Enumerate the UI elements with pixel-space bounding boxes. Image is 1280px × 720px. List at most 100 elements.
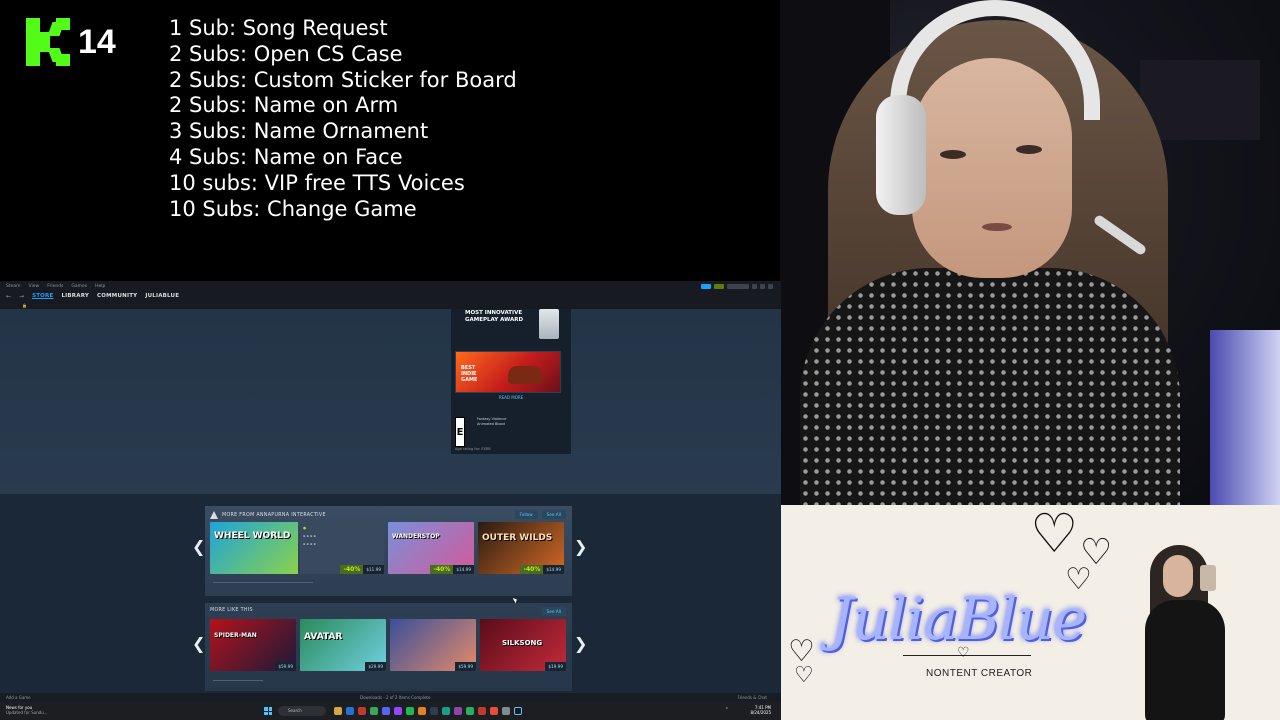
window-light bbox=[1210, 330, 1280, 505]
sub-goal: 10 subs: VIP free TTS Voices bbox=[169, 170, 465, 195]
award-image[interactable]: BEST INDIE GAME bbox=[455, 351, 561, 393]
discord-icon[interactable] bbox=[382, 707, 390, 715]
menu-friends[interactable]: Friends bbox=[47, 284, 63, 289]
discount-badge: -40% bbox=[520, 565, 544, 574]
carousel-prev-icon[interactable]: ❮ bbox=[192, 634, 205, 653]
news-widget[interactable]: News for you Updated for Sundu... bbox=[6, 705, 48, 715]
menu-games[interactable]: Games bbox=[71, 284, 87, 289]
obs-icon[interactable] bbox=[430, 707, 438, 715]
downloads-status[interactable]: Downloads - 2 of 2 Items Complete bbox=[360, 695, 430, 700]
game-title: WANDERSTOP bbox=[392, 533, 440, 540]
kick-count: 14 bbox=[78, 22, 116, 61]
game-capsule[interactable]: OUTER WILDS -40% $14.99 bbox=[478, 522, 564, 574]
webcam-feed bbox=[780, 0, 1280, 505]
phone-icon bbox=[1200, 565, 1216, 591]
spotify-icon[interactable] bbox=[406, 707, 414, 715]
url-bar[interactable]: 🔒 bbox=[0, 301, 781, 309]
menu-help[interactable]: Help bbox=[95, 284, 105, 289]
game-capsule[interactable]: SPIDER-MAN $59.99 bbox=[210, 619, 296, 671]
xbox-icon[interactable] bbox=[466, 707, 474, 715]
game-capsule[interactable]: ● ▪ ▪ ▪ ▪ ▪ ▪ ▪ ▪ WHEEL WORLD -40% $11.9… bbox=[210, 522, 384, 574]
friends-chat-button[interactable]: Friends & Chat bbox=[738, 695, 767, 700]
sub-goals-list: 1 Sub: Song Request 2 Subs: Open CS Case… bbox=[169, 16, 517, 222]
rating-descriptors: Fantasy Violence Animated Blood bbox=[477, 417, 507, 426]
app-icon[interactable] bbox=[394, 707, 402, 715]
read-more-link[interactable]: READ MORE bbox=[451, 395, 571, 400]
price-label: $11.99 bbox=[363, 565, 384, 574]
app-icon[interactable] bbox=[478, 707, 486, 715]
see-all-button[interactable]: See All bbox=[541, 510, 566, 519]
back-arrow-icon[interactable]: ← bbox=[6, 293, 11, 300]
file-explorer-icon[interactable] bbox=[334, 707, 342, 715]
carousel-prev-icon[interactable]: ❮ bbox=[192, 537, 205, 556]
chrome-icon[interactable] bbox=[370, 707, 378, 715]
kick-sub-counter: 14 bbox=[26, 18, 116, 66]
app-icon[interactable] bbox=[346, 707, 354, 715]
sub-goal: 10 Subs: Change Game bbox=[169, 196, 417, 221]
carousel-next-icon[interactable]: ❯ bbox=[574, 537, 587, 556]
app-icon[interactable] bbox=[454, 707, 462, 715]
more-from-publisher: MORE FROM ANNAPURNA INTERACTIVE Follow S… bbox=[205, 506, 572, 596]
discount-badge: -40% bbox=[340, 565, 364, 574]
app-icon[interactable] bbox=[358, 707, 366, 715]
steam-nav: ← → STORE LIBRARY COMMUNITY JULIABLUE bbox=[0, 291, 781, 301]
forward-arrow-icon[interactable]: → bbox=[19, 293, 24, 300]
section-header: MORE FROM ANNAPURNA INTERACTIVE bbox=[210, 511, 326, 519]
windows-taskbar: News for you Updated for Sundu... Search… bbox=[0, 702, 781, 720]
menu-view[interactable]: View bbox=[29, 284, 40, 289]
sub-goal: 3 Subs: Name Ornament bbox=[169, 119, 429, 144]
nav-library[interactable]: LIBRARY bbox=[61, 293, 89, 299]
more-like-this: MORE LIKE THIS See All SPIDER-MAN $59.99… bbox=[205, 603, 572, 691]
headphone-cup bbox=[876, 95, 926, 215]
game-title: AVATAR bbox=[304, 632, 343, 642]
game-capsule[interactable]: SILKSONG $19.99 bbox=[480, 619, 566, 671]
app-icon[interactable] bbox=[502, 707, 510, 715]
wallet-icon[interactable] bbox=[714, 283, 724, 289]
system-clock[interactable]: 7:41 PM 8/24/2025 bbox=[750, 705, 771, 715]
steam-titlebar: Steam View Friends Games Help bbox=[0, 281, 781, 291]
game-capsule[interactable]: $59.99 bbox=[390, 619, 476, 671]
brand-name: JuliaBlue bbox=[830, 585, 1087, 653]
sub-goal: 2 Subs: Open CS Case bbox=[169, 41, 403, 66]
price-label: $29.99 bbox=[365, 662, 386, 671]
store-page: MOST INNOVATIVE GAMEPLAY AWARD BEST INDI… bbox=[0, 309, 781, 715]
game-title: WHEEL WORLD bbox=[214, 531, 291, 541]
game-title: SILKSONG bbox=[502, 639, 543, 647]
app-icon[interactable] bbox=[490, 707, 498, 715]
app-icon[interactable] bbox=[442, 707, 450, 715]
maximize-icon[interactable] bbox=[760, 283, 765, 289]
lock-icon: 🔒 bbox=[22, 302, 27, 308]
price-label: $14.99 bbox=[453, 565, 474, 574]
nav-store[interactable]: STORE bbox=[32, 293, 53, 299]
nav-user[interactable]: JULIABLUE bbox=[145, 293, 179, 299]
account-menu[interactable] bbox=[727, 283, 749, 289]
section-header: MORE LIKE THIS bbox=[210, 608, 253, 613]
menu-steam[interactable]: Steam bbox=[6, 284, 21, 289]
carousel-next-icon[interactable]: ❯ bbox=[574, 634, 587, 653]
broadcast-icon[interactable] bbox=[701, 283, 711, 289]
trophy-icon bbox=[539, 309, 559, 339]
heart-icon: ♡ bbox=[794, 663, 814, 688]
stream-layout: 14 1 Sub: Song Request 2 Subs: Open CS C… bbox=[0, 0, 1280, 720]
taskbar-search[interactable]: Search bbox=[278, 706, 326, 716]
best-indie-label: BEST INDIE GAME bbox=[461, 365, 478, 383]
game-capsule[interactable]: WANDERSTOP -40% $14.99 bbox=[388, 522, 474, 574]
game-title: OUTER WILDS bbox=[482, 533, 553, 543]
follow-button[interactable]: Follow bbox=[514, 510, 538, 519]
kick-logo-icon bbox=[26, 18, 70, 66]
esrb-rating-icon: E bbox=[455, 417, 465, 447]
price-label: $19.99 bbox=[545, 662, 566, 671]
price-label: $59.99 bbox=[455, 662, 476, 671]
game-capsule[interactable]: AVATAR $29.99 bbox=[300, 619, 386, 671]
close-icon[interactable] bbox=[768, 283, 773, 289]
see-all-button[interactable]: See All bbox=[541, 607, 566, 616]
app-icon[interactable] bbox=[418, 707, 426, 715]
nav-community[interactable]: COMMUNITY bbox=[97, 293, 137, 299]
start-icon[interactable] bbox=[264, 707, 272, 715]
steam-icon[interactable] bbox=[514, 707, 522, 715]
sub-goal: 4 Subs: Name on Face bbox=[169, 144, 403, 169]
tray-chevron-icon[interactable]: ⌃ bbox=[725, 707, 729, 713]
add-game-button[interactable]: Add a Game bbox=[6, 695, 31, 700]
minimize-icon[interactable] bbox=[752, 283, 757, 289]
award-title: MOST INNOVATIVE GAMEPLAY AWARD bbox=[465, 310, 524, 323]
